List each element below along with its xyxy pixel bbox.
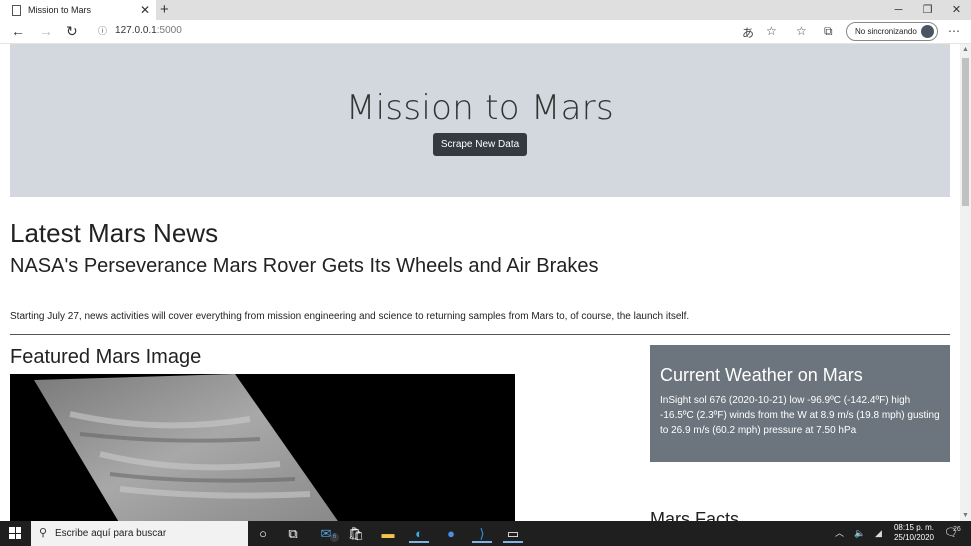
- wifi-icon[interactable]: ◢: [875, 521, 882, 546]
- notification-count: 26: [953, 526, 961, 533]
- terminal-icon[interactable]: ▭: [503, 524, 523, 543]
- firefox-icon[interactable]: ●: [441, 524, 461, 543]
- windows-start-icon[interactable]: [9, 527, 21, 539]
- window-controls: ─ ❐ ✕: [884, 0, 971, 20]
- forward-icon[interactable]: →: [39, 23, 53, 39]
- favorites-icon[interactable]: ☆: [796, 24, 807, 38]
- tray-chevron-icon[interactable]: ︿: [835, 521, 844, 546]
- address-host: 127.0.0.1: [115, 25, 157, 36]
- weather-heading: Current Weather on Mars: [660, 365, 863, 385]
- jumbotron: Mission to Mars Scrape New Data: [10, 44, 950, 197]
- scroll-up-icon[interactable]: ▲: [962, 46, 969, 53]
- page-scrollbar[interactable]: ▲ ▼: [960, 44, 971, 521]
- file-explorer-icon[interactable]: ▬: [378, 524, 398, 543]
- task-view-icon[interactable]: ⧉: [283, 524, 303, 543]
- news-paragraph: Starting July 27, news activities will c…: [10, 311, 690, 322]
- restore-icon[interactable]: ❐: [913, 0, 942, 20]
- close-window-icon[interactable]: ✕: [942, 0, 971, 20]
- info-icon[interactable]: ⓘ: [98, 24, 107, 37]
- profile-label: No sincronizando: [855, 27, 917, 36]
- cortana-icon[interactable]: ○: [253, 524, 273, 543]
- tab-title: Mission to Mars: [28, 5, 92, 15]
- favorite-star-icon[interactable]: ☆: [766, 24, 777, 38]
- taskbar-search[interactable]: ⚲ Escribe aquí para buscar: [31, 521, 248, 546]
- weather-card: Current Weather on Mars InSight sol 676 …: [650, 345, 950, 462]
- refresh-icon[interactable]: ↻: [66, 23, 78, 40]
- minimize-icon[interactable]: ─: [884, 0, 913, 20]
- edge-icon[interactable]: ◐: [409, 524, 429, 543]
- new-tab-icon[interactable]: +: [160, 1, 169, 18]
- avatar: [921, 25, 934, 38]
- search-placeholder: Escribe aquí para buscar: [55, 528, 167, 539]
- volume-icon[interactable]: 🔈: [854, 521, 865, 546]
- scroll-down-icon[interactable]: ▼: [962, 512, 969, 519]
- page-title: Mission to Mars: [345, 88, 615, 128]
- featured-heading: Featured Mars Image: [10, 346, 202, 368]
- profile-button[interactable]: No sincronizando: [846, 22, 938, 41]
- page-icon: [12, 4, 21, 16]
- scrollbar-thumb[interactable]: [962, 58, 969, 206]
- back-icon[interactable]: ←: [11, 23, 25, 39]
- browser-tab[interactable]: Mission to Mars ✕: [0, 0, 156, 20]
- news-heading: Latest Mars News: [10, 218, 219, 248]
- mail-icon[interactable]: ✉ 6: [316, 524, 339, 543]
- address-bar[interactable]: ⓘ 127.0.0.1:5000: [98, 24, 182, 37]
- taskbar: ⚲ Escribe aquí para buscar ○ ⧉ ✉ 6 🛍 ▬ ◐ …: [0, 521, 971, 546]
- search-icon: ⚲: [39, 527, 48, 539]
- vscode-icon[interactable]: ⟩: [472, 524, 492, 543]
- news-title: NASA's Perseverance Mars Rover Gets Its …: [10, 255, 599, 277]
- featured-image: [10, 374, 515, 521]
- weather-text: InSight sol 676 (2020-10-21) low -96.9ºC…: [660, 395, 940, 436]
- browser-toolbar: ← → ↻ ⓘ 127.0.0.1:5000 あ ☆ ☆ ⧉ No sincro…: [0, 20, 971, 44]
- clock-date: 25/10/2020: [893, 533, 935, 542]
- tab-strip: Mission to Mars ✕ + ─ ❐ ✕: [0, 0, 971, 20]
- close-tab-icon[interactable]: ✕: [140, 3, 150, 17]
- address-port: :5000: [156, 25, 182, 36]
- scrape-button[interactable]: Scrape New Data: [432, 133, 528, 156]
- divider: [10, 334, 950, 335]
- facts-heading: Mars Facts: [650, 509, 740, 521]
- clock-time: 08:15 p. m.: [893, 523, 935, 532]
- page-content: Mission to Mars Scrape New Data Latest M…: [0, 44, 960, 521]
- read-aloud-icon[interactable]: あ: [742, 24, 754, 41]
- clock[interactable]: 08:15 p. m. 25/10/2020: [888, 523, 940, 543]
- collections-icon[interactable]: ⧉: [824, 24, 833, 39]
- store-icon[interactable]: 🛍: [346, 524, 366, 543]
- mail-badge: 6: [330, 533, 339, 542]
- more-menu-icon[interactable]: ⋯: [948, 24, 960, 38]
